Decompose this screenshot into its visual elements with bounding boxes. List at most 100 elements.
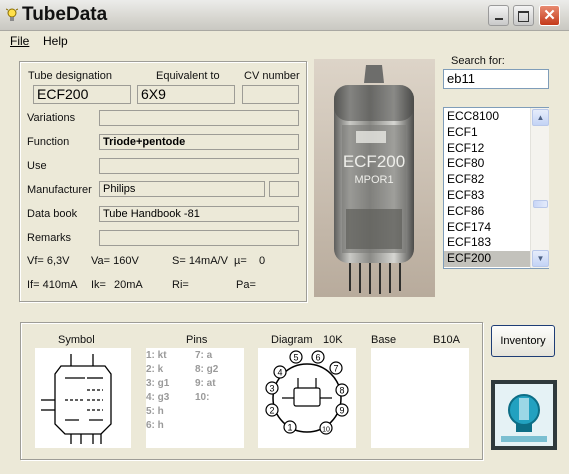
variations-field[interactable] [99,110,299,126]
scroll-thumb[interactable] [533,200,548,208]
spec-ik-label: Ik= [91,279,106,291]
tube-logo-icon [495,384,553,446]
diagram-pin-label: 7 [333,364,338,374]
tube-list-item[interactable]: ECF12 [444,141,530,157]
close-icon: ✕ [543,7,556,24]
search-label: Search for: [451,55,505,67]
tube-list-item[interactable]: ECC8100 [444,109,530,125]
pin-diagram: 1 2 34 5 6 7 8 9 10 [265,350,349,435]
diagram-label: Diagram [271,334,313,346]
scroll-up-button[interactable]: ▲ [532,109,549,126]
use-field[interactable] [99,158,299,174]
pin-2: 2: k [146,364,164,375]
equivalent-to-label: Equivalent to [156,70,220,82]
tube-designation-label: Tube designation [28,70,112,82]
minimize-icon [494,18,503,20]
tube-list-item[interactable]: ECF86 [444,204,530,220]
pin-4: 4: g3 [146,392,170,403]
diagram-pin: 7 [329,361,343,375]
tube-list-item[interactable]: ECF82 [444,172,530,188]
diagram-pin-label: 10 [322,427,330,434]
spec-ri: Ri= [172,279,189,291]
manufacturer-code-field[interactable] [269,181,299,197]
function-field[interactable]: Triode+pentode [99,134,299,150]
tube-list-item[interactable]: ECF1 [444,125,530,141]
diagram-pin: 10 [319,421,333,435]
tube-list-item[interactable]: ECF183 [444,235,530,251]
symbol-label: Symbol [58,334,95,346]
diagram-pin: 5 [289,350,303,364]
diagram-pin: 3 [265,381,279,395]
menu-bar [0,31,569,50]
diagram-pin-label: 5 [293,353,298,363]
spec-pa: Pa= [236,279,256,291]
chevron-down-icon: ▼ [536,254,545,263]
pin-3: 3: g1 [146,378,170,389]
pin-7: 7: a [195,350,213,361]
diagram-pin-label: 4 [277,368,282,378]
cv-number-label: CV number [244,70,300,82]
tube-photo-print-1: ECF200 [343,152,405,171]
tube-list-item[interactable]: ECF200 [444,251,530,267]
pin-9: 9: at [195,378,216,389]
maximize-icon [518,11,529,22]
diagram-pin-label: 1 [287,423,292,433]
spec-mu-label: µ= [234,255,247,267]
pin-10: 10: [195,392,210,403]
maximize-button[interactable] [513,5,534,26]
tube-list-item[interactable]: ECF80 [444,156,530,172]
inventory-button[interactable]: Inventory [491,325,555,357]
tube-list-scrollbar[interactable]: ▲ ▼ [530,108,549,268]
search-input[interactable]: eb11 [443,69,549,89]
pin-1: 1: kt [146,350,167,361]
use-label: Use [27,160,47,172]
tube-list-item[interactable]: ECF83 [444,188,530,204]
tube-list-item[interactable]: ECF174 [444,220,530,236]
minimize-button[interactable] [488,5,509,26]
diagram-pin-label: 8 [339,386,344,396]
base-panel [371,348,469,448]
close-button[interactable]: ✕ [539,5,560,26]
base-code: B10A [433,334,460,346]
scroll-down-button[interactable]: ▼ [532,250,549,267]
pins-panel: 1: kt 2: k 3: g1 4: g3 5: h 6: h 7: a 8:… [146,348,244,448]
remarks-label: Remarks [27,232,72,244]
equivalent-to-field[interactable]: 6X9 [137,85,235,104]
diagram-pin-label: 9 [339,406,344,416]
function-label: Function [27,136,70,148]
pins-label: Pins [186,334,208,346]
tube-photo-print-2: MPOR1 [354,174,393,186]
diagram-panel: 1 2 3 4 5 6 7 8 9 10 [258,348,356,448]
pin-6: 6: h [146,420,164,431]
remarks-field[interactable] [99,230,299,246]
pin-5: 5: h [146,406,164,417]
menu-help[interactable]: Help [43,34,68,48]
diagram-pin-label: 2 [269,406,274,416]
symbol-panel [35,348,131,448]
lightbulb-icon [6,8,18,21]
diagram-pin-label: 3 [269,384,274,394]
tube-designation-field[interactable]: ECF200 [33,85,131,104]
spec-s: S= 14mA/V [172,255,228,267]
manufacturer-field[interactable]: Philips [99,181,265,197]
cv-number-field[interactable] [242,85,299,104]
diagram-pin: 6 [311,350,325,364]
pin-8: 8: g2 [195,364,219,375]
window-title: TubeData [22,4,108,25]
app-logo [491,380,557,450]
diagram-pin: 8 [335,383,349,397]
diagram-code: 10K [323,334,343,346]
variations-label: Variations [27,112,76,124]
diagram-pin: 9 [335,403,349,417]
spec-mu-value: 0 [259,255,266,267]
data-book-field[interactable]: Tube Handbook -81 [99,206,299,222]
menu-file[interactable]: File [10,34,29,48]
spec-ik-value: 20mA [114,279,143,291]
spec-if: If= 410mA [27,279,78,291]
chevron-up-icon: ▲ [536,113,545,122]
tube-symbol-icon [41,354,112,444]
tube-list[interactable]: ECC8100 ECF1 ECF12 ECF80 ECF82 ECF83 ECF86 ECF1… [443,107,549,269]
data-book-label: Data book [27,208,78,220]
spec-va: Va= 160V [91,255,139,267]
base-label: Base [371,334,397,346]
